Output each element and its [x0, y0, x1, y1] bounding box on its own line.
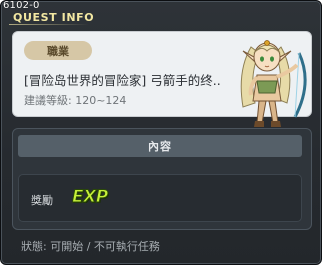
content-header: 內容 — [18, 135, 302, 157]
reward-label: 獎勵 — [31, 194, 53, 207]
exp-icon: EXP — [72, 187, 109, 208]
quest-status: 狀態: 可開始 / 不可執行任務 — [21, 240, 160, 253]
job-badge: 職業 — [24, 41, 92, 60]
window-title: QUEST INFO — [13, 11, 95, 24]
quest-name: [冒险岛世界的冒险家] 弓箭手的终.. — [24, 73, 221, 88]
reward-box: 獎勵 EXP — [18, 174, 302, 222]
quest-id-label: 6102-0 — [3, 0, 40, 11]
quest-info-window: 6102-0 QUEST INFO 職業 [冒险岛世界的冒险家] 弓箭手的终..… — [0, 0, 322, 265]
recommended-level: 建議等級: 120~124 — [24, 94, 127, 107]
elf-archer-npc-icon — [229, 31, 313, 131]
title-divider — [9, 24, 89, 25]
quest-content-panel: 內容 獎勵 EXP — [12, 128, 312, 230]
